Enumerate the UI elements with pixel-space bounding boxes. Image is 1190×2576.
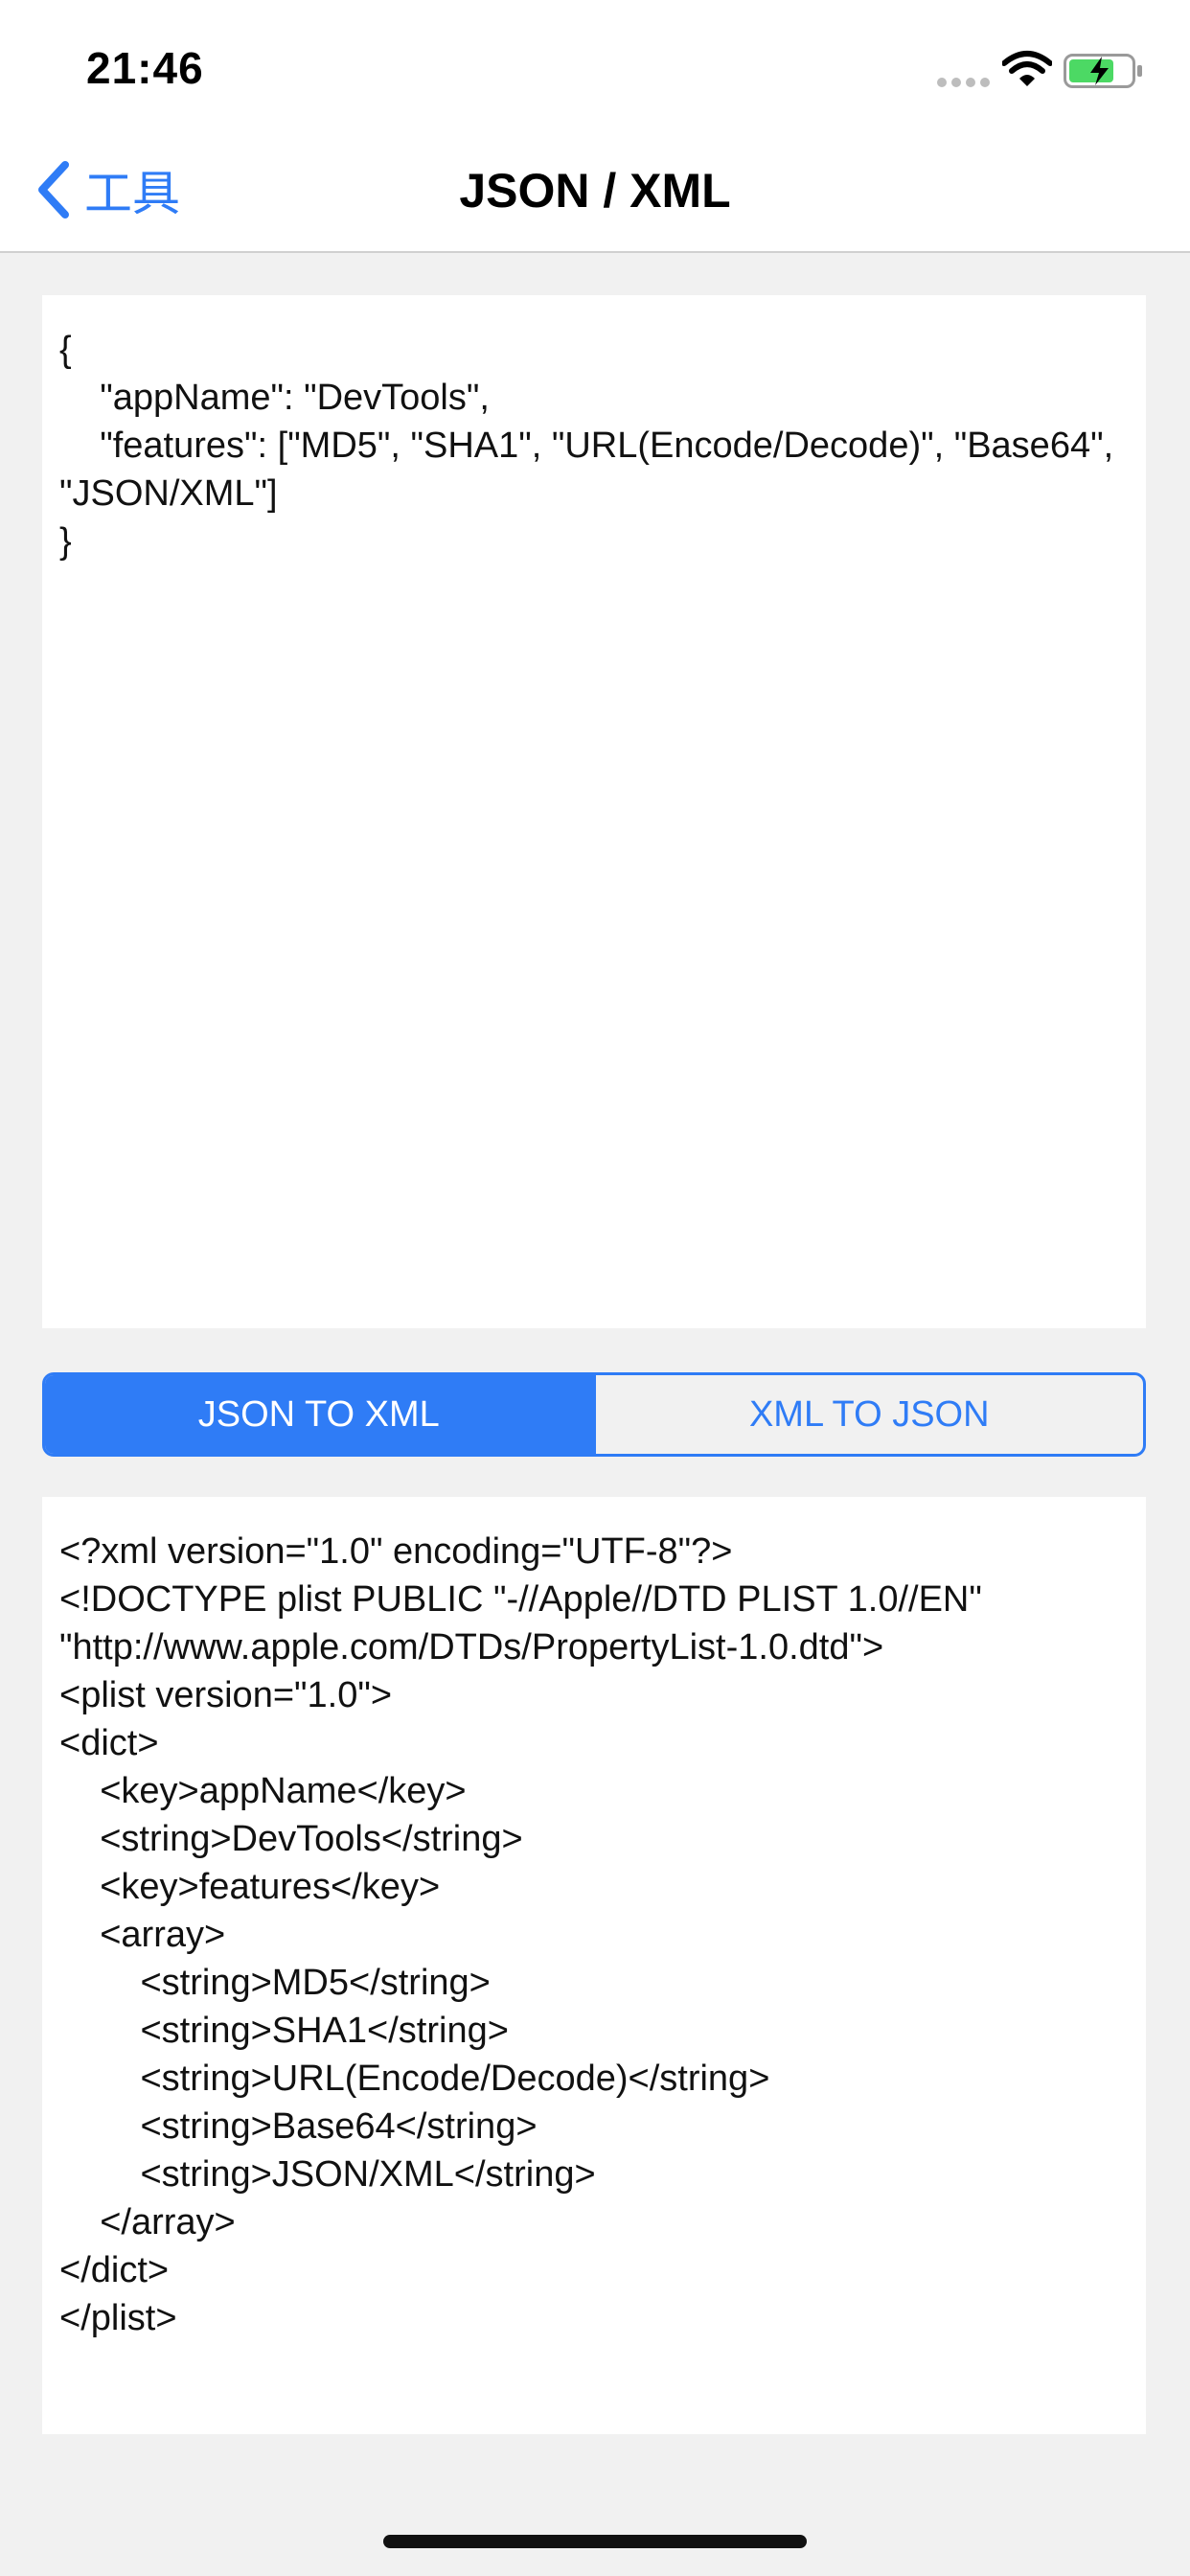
conversion-segmented-control: JSON TO XML XML TO JSON bbox=[42, 1372, 1146, 1457]
nav-bar: 工具 JSON / XML bbox=[0, 125, 1190, 253]
xml-output-textarea[interactable]: <?xml version="1.0" encoding="UTF-8"?> <… bbox=[42, 1497, 1146, 2434]
battery-charging-icon bbox=[1064, 54, 1142, 88]
signal-dots-icon bbox=[937, 78, 990, 87]
status-time: 21:46 bbox=[86, 43, 204, 93]
json-input-textarea[interactable]: { "appName": "DevTools", "features": ["M… bbox=[42, 295, 1146, 1328]
page-title: JSON / XML bbox=[459, 164, 731, 218]
xml-to-json-segment[interactable]: XML TO JSON bbox=[592, 1375, 1144, 1454]
home-indicator[interactable] bbox=[383, 2535, 807, 2548]
wifi-icon bbox=[1002, 51, 1052, 86]
status-bar: 21:46 bbox=[0, 0, 1190, 125]
json-to-xml-segment[interactable]: JSON TO XML bbox=[45, 1375, 593, 1454]
